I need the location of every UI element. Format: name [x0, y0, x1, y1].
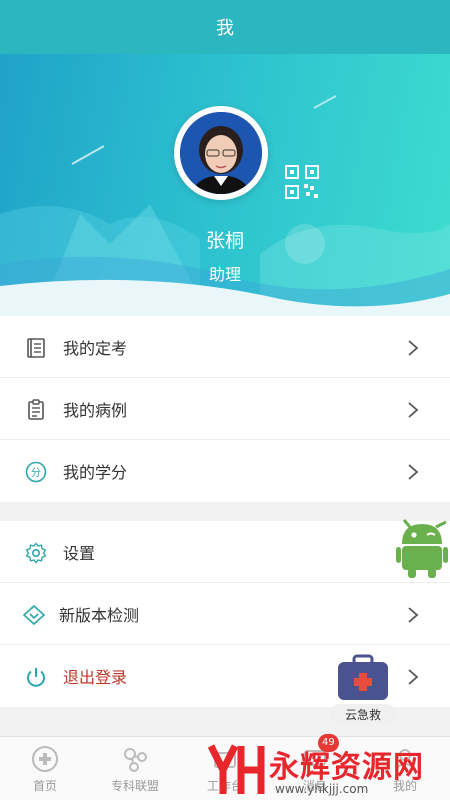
menu-group-study: 我的定考 我的病例 分 我的学分 [0, 316, 450, 502]
watermark: 永辉资源网 www.yhkjjj.com [205, 740, 450, 800]
menu-label: 新版本检测 [59, 605, 140, 625]
title-bar: 我 [0, 0, 450, 54]
tab-specialty-alliance[interactable]: 专科联盟 [90, 737, 180, 800]
profile-header: 张桐 助理 [0, 54, 450, 316]
tab-label: 首页 [32, 779, 57, 793]
clipboard-icon [28, 399, 44, 420]
chevron-right-icon [408, 464, 419, 480]
chevron-right-icon [408, 402, 419, 418]
cloud-first-aid-button[interactable]: 云急救 [330, 652, 396, 725]
diamond-check-icon [22, 604, 46, 626]
menu-item-my-credits[interactable]: 分 我的学分 [0, 440, 450, 502]
android-robot-icon[interactable] [396, 518, 450, 578]
page-title: 我 [216, 18, 234, 39]
first-aid-kit-icon [338, 654, 388, 700]
exam-book-icon [27, 338, 45, 358]
watermark-text: 永辉资源网 [269, 750, 424, 785]
user-role: 助理 [208, 265, 241, 284]
tab-home[interactable]: 首页 [0, 737, 90, 800]
chevron-right-icon [408, 340, 419, 356]
first-aid-label: 云急救 [330, 704, 396, 725]
credit-score-icon: 分 [25, 461, 47, 483]
qr-code-icon[interactable] [284, 164, 320, 200]
user-name: 张桐 [205, 230, 244, 252]
svg-text:分: 分 [31, 467, 41, 479]
avatar[interactable] [174, 106, 268, 200]
chevron-right-icon [408, 669, 419, 685]
menu-label: 设置 [63, 543, 96, 563]
menu-item-settings[interactable]: 设置 [0, 521, 450, 583]
menu-item-my-exam[interactable]: 我的定考 [0, 316, 450, 378]
tab-label: 专科联盟 [110, 779, 159, 793]
avatar-photo [180, 112, 262, 194]
gear-icon [25, 542, 47, 564]
menu-item-version-check[interactable]: 新版本检测 [0, 583, 450, 645]
chevron-right-icon [408, 607, 419, 623]
network-icon [124, 748, 147, 772]
menu-label: 我的学分 [63, 463, 128, 482]
watermark-logo-icon [207, 744, 265, 794]
watermark-url: www.yhkjjj.com [275, 782, 369, 796]
menu-label: 我的定考 [63, 338, 128, 358]
menu-label: 我的病例 [63, 400, 128, 420]
logout-label: 退出登录 [63, 668, 128, 687]
power-icon [27, 668, 45, 687]
home-cross-icon [32, 746, 58, 772]
menu-item-my-cases[interactable]: 我的病例 [0, 378, 450, 440]
